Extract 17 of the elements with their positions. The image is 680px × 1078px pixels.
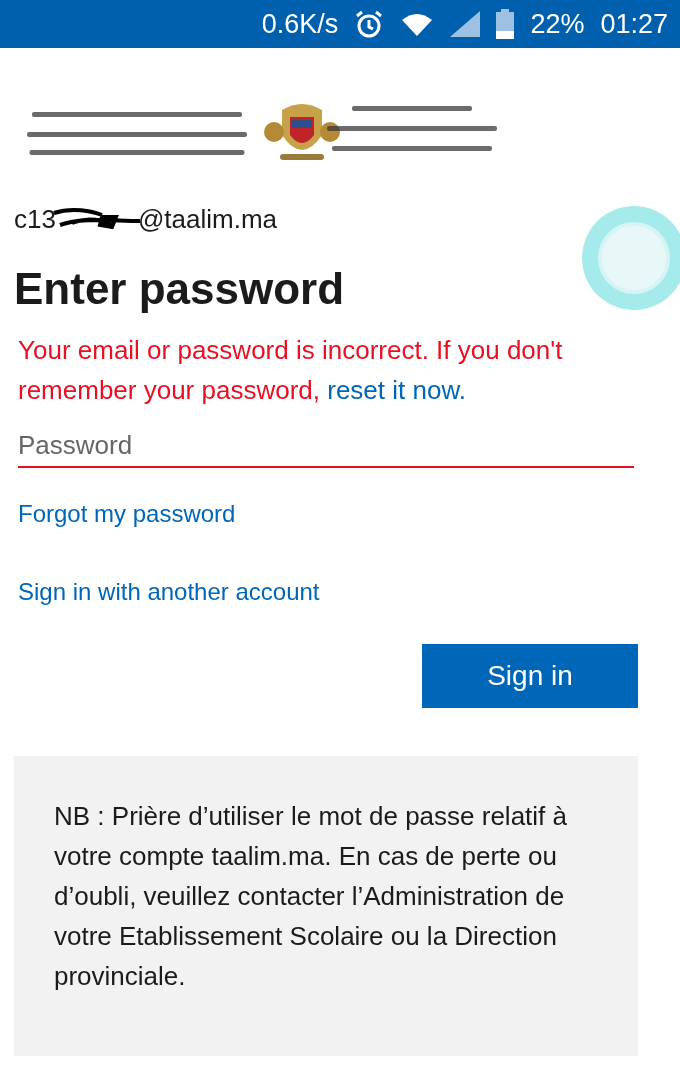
clock: 01:27 — [600, 7, 668, 41]
note-text: NB : Prière d’utiliser le mot de passe relatif à votre compte taalim.ma. En cas de perte ou d’oubli, veuillez contacter l’Administration de votre Etablissement Scolaire ou la Direction provinciale. — [54, 800, 568, 993]
battery-level: 22% — [530, 7, 585, 41]
wifi-icon — [400, 11, 435, 37]
error-message: Your email or password is incorrect. If you don't remember your password, reset it now. — [18, 334, 564, 407]
network-speed: 0.6K/s — [261, 7, 339, 41]
account-link[interactable]: Forgot my password — [18, 496, 236, 532]
password-field[interactable]: Password — [18, 424, 634, 468]
sign-in-button[interactable]: Sign in — [422, 644, 638, 708]
battery-icon — [496, 9, 515, 39]
alarm-icon — [354, 9, 385, 39]
account-email-start: c13 — [14, 203, 56, 236]
page-title: Enter password — [14, 263, 346, 315]
account-email-end: @taalim.ma — [137, 203, 277, 236]
account-link[interactable]: Sign in with another account — [18, 574, 320, 610]
signal-icon — [450, 11, 481, 37]
reset-link[interactable]: reset it now. — [327, 375, 466, 405]
